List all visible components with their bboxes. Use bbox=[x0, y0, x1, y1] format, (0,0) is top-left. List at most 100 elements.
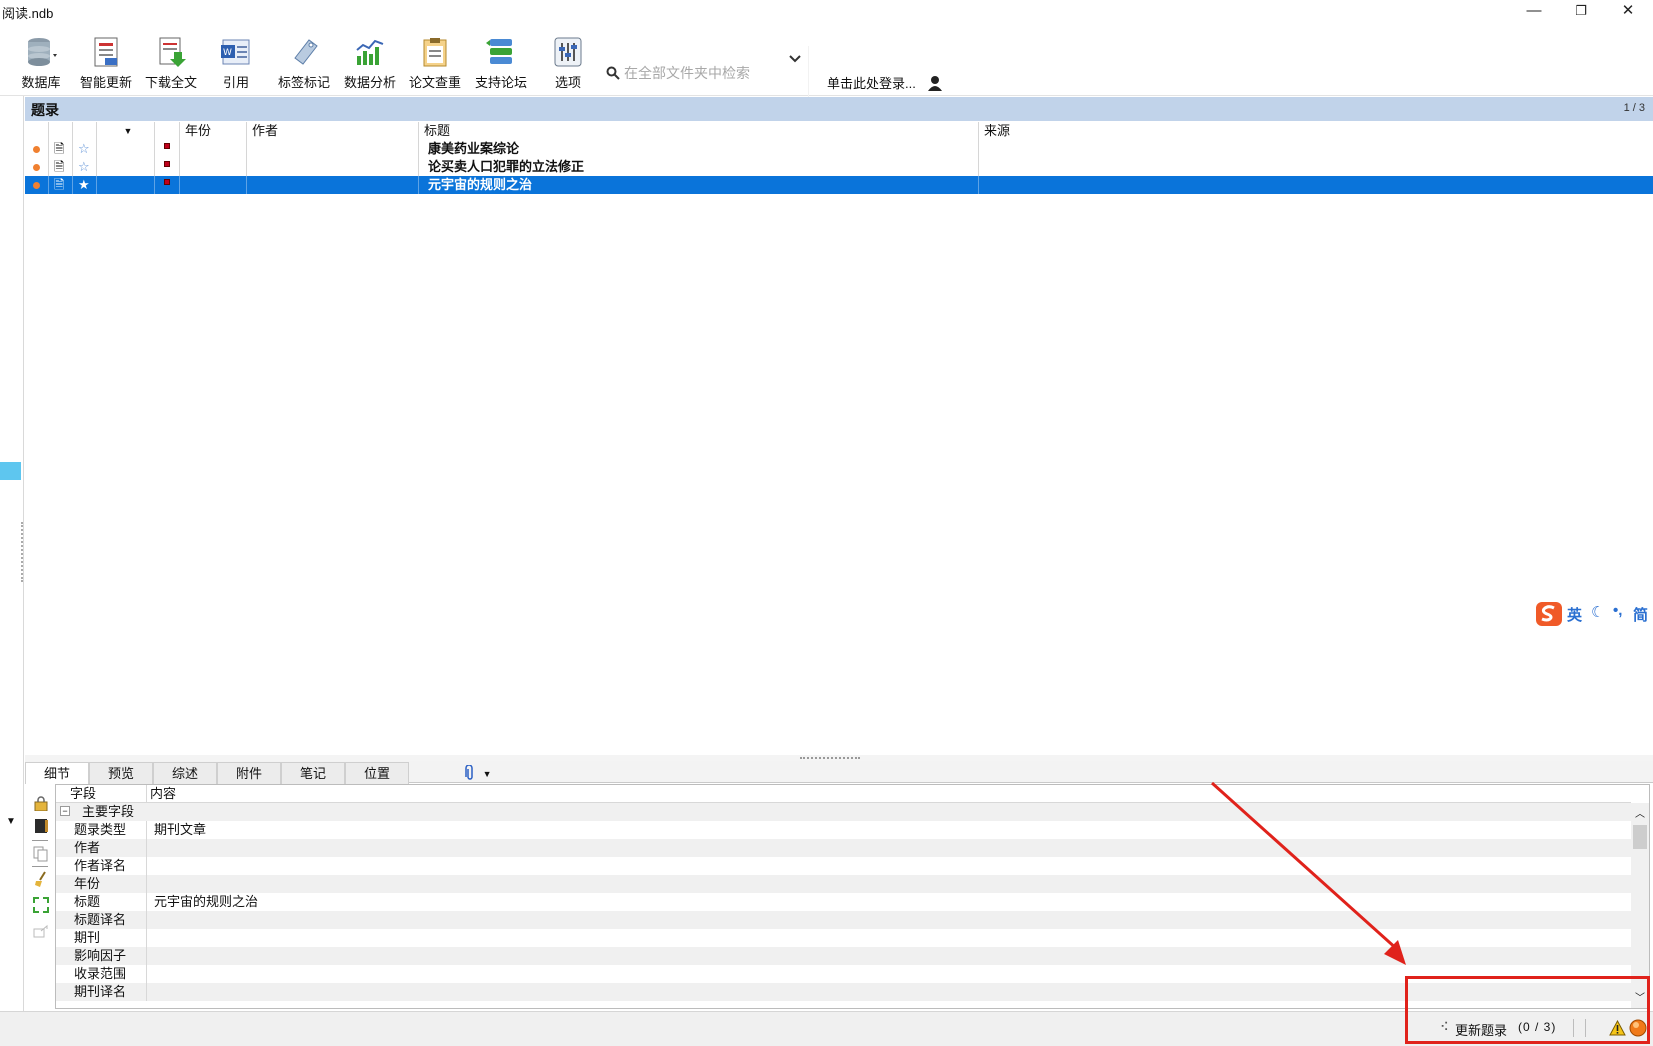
detail-field: 作者 bbox=[74, 840, 101, 855]
col-author[interactable]: 作者 bbox=[247, 122, 419, 140]
attachment-dropdown[interactable]: ▼ bbox=[465, 764, 492, 784]
left-folder-tab[interactable] bbox=[0, 462, 21, 480]
tool-divider bbox=[32, 866, 48, 867]
col-title[interactable]: 标题 bbox=[419, 122, 979, 140]
data-analysis-label: 数据分析 bbox=[343, 75, 396, 90]
ime-toolbar[interactable]: 英 ☾ •, 简 bbox=[1535, 600, 1653, 628]
options-label: 选项 bbox=[554, 75, 581, 90]
col-attachment[interactable] bbox=[49, 122, 73, 140]
detail-row[interactable]: 标题 元宇宙的规则之治 bbox=[56, 893, 1631, 911]
punctuation-icon[interactable]: •, bbox=[1613, 602, 1622, 619]
field-column-header[interactable]: 字段 bbox=[70, 785, 138, 803]
smart-update-button[interactable]: 智能更新 bbox=[75, 36, 137, 94]
fullscreen-icon[interactable] bbox=[32, 896, 50, 914]
star-icon[interactable]: ★ bbox=[78, 177, 90, 192]
col-star[interactable] bbox=[73, 122, 97, 140]
ime-mode[interactable]: 英 bbox=[1567, 604, 1582, 625]
search-dropdown-chevron-icon[interactable] bbox=[788, 54, 802, 64]
detail-field: 收录范围 bbox=[74, 966, 127, 981]
flag-icon bbox=[164, 143, 170, 149]
support-forum-label: 支持论坛 bbox=[474, 75, 527, 90]
detail-content[interactable]: 元宇宙的规则之治 bbox=[154, 893, 258, 911]
search-box[interactable] bbox=[604, 62, 804, 84]
col-year[interactable]: 年份 bbox=[180, 122, 247, 140]
database-label: 数据库 bbox=[21, 75, 61, 90]
paperclip-icon bbox=[465, 764, 473, 780]
detail-row[interactable]: 影响因子 bbox=[56, 947, 1631, 965]
star-icon[interactable]: ☆ bbox=[78, 141, 90, 156]
detail-group-row[interactable]: − 主要字段 bbox=[56, 803, 1631, 821]
support-forum-button[interactable]: 支持论坛 bbox=[470, 36, 532, 94]
tab-details[interactable]: 细节 bbox=[25, 762, 89, 785]
col-read-status[interactable] bbox=[25, 122, 49, 140]
row-source bbox=[979, 140, 1653, 158]
detail-row[interactable]: 年份 bbox=[56, 875, 1631, 893]
star-icon[interactable]: ☆ bbox=[78, 159, 90, 174]
cite-button[interactable]: W 引用 bbox=[205, 36, 267, 94]
table-row[interactable]: 🗎 ☆ 论买卖人口犯罪的立法修正 bbox=[25, 158, 1653, 176]
broom-icon[interactable] bbox=[34, 871, 48, 887]
database-button[interactable]: 数据库 bbox=[10, 36, 72, 94]
flag-icon bbox=[164, 179, 170, 185]
tab-notes[interactable]: 笔记 bbox=[281, 762, 345, 784]
search-input[interactable] bbox=[624, 62, 794, 84]
records-title: 题录 bbox=[31, 102, 59, 118]
clipboard-icon bbox=[423, 38, 447, 67]
detail-row[interactable]: 收录范围 bbox=[56, 965, 1631, 983]
plagiarism-check-button[interactable]: 论文查重 bbox=[404, 36, 466, 94]
share-icon[interactable] bbox=[33, 924, 49, 938]
detail-row[interactable]: 期刊译名 bbox=[56, 983, 1631, 1001]
sort-dropdown-icon[interactable]: ▼ bbox=[97, 122, 155, 140]
splitter-grip[interactable] bbox=[800, 757, 860, 759]
copy-icon[interactable] bbox=[33, 846, 49, 862]
collapse-minus-icon[interactable]: − bbox=[60, 806, 70, 816]
detail-content[interactable]: 期刊文章 bbox=[154, 821, 206, 839]
table-row-selected[interactable]: 🗎 ★ 元宇宙的规则之治 bbox=[25, 176, 1653, 194]
col-flag[interactable] bbox=[155, 122, 180, 140]
detail-row[interactable]: 题录类型 期刊文章 bbox=[56, 821, 1631, 839]
close-button[interactable]: ✕ bbox=[1605, 0, 1651, 22]
ime-width[interactable]: 简 bbox=[1633, 604, 1648, 625]
detail-row[interactable]: 作者 bbox=[56, 839, 1631, 857]
restore-button[interactable]: ❐ bbox=[1558, 0, 1604, 22]
options-button[interactable]: 选项 bbox=[537, 36, 599, 94]
lock-icon[interactable] bbox=[34, 796, 48, 811]
download-fulltext-button[interactable]: 下载全文 bbox=[140, 36, 202, 94]
row-author bbox=[247, 176, 419, 194]
tag-mark-button[interactable]: 标签标记 bbox=[273, 36, 335, 94]
document-icon: 🗎 bbox=[54, 159, 65, 174]
unread-dot-icon bbox=[33, 164, 40, 171]
detail-row[interactable]: 期刊 bbox=[56, 929, 1631, 947]
row-title: 论买卖人口犯罪的立法修正 bbox=[419, 158, 979, 176]
book-icon[interactable] bbox=[33, 818, 49, 834]
toolbar: 数据库 智能更新 下载全文 W 引用 标签标记 数据分析 论文查重 支持论坛 选… bbox=[0, 22, 1653, 116]
table-row[interactable]: 🗎 ☆ 康美药业案综论 bbox=[25, 140, 1653, 158]
tab-summary[interactable]: 综述 bbox=[153, 762, 217, 784]
left-splitter-handle[interactable] bbox=[21, 522, 23, 582]
login-link[interactable]: 单击此处登录... bbox=[827, 73, 943, 92]
minimize-button[interactable]: — bbox=[1511, 0, 1557, 22]
tab-preview[interactable]: 预览 bbox=[89, 762, 153, 784]
detail-row[interactable]: 作者译名 bbox=[56, 857, 1631, 875]
collapse-down-arrow-icon[interactable]: ▼ bbox=[6, 816, 16, 827]
flag-icon bbox=[164, 161, 170, 167]
detail-tabs: 细节 预览 综述 附件 笔记 位置 ▼ bbox=[25, 761, 1653, 785]
records-table-header: ▼ 年份 作者 标题 来源 bbox=[25, 122, 1653, 140]
col-source[interactable]: 来源 bbox=[979, 122, 1653, 140]
window-title: 阅读.ndb bbox=[2, 6, 54, 21]
database-icon bbox=[28, 38, 57, 66]
moon-icon[interactable]: ☾ bbox=[1591, 603, 1604, 621]
tab-location[interactable]: 位置 bbox=[345, 762, 409, 784]
row-year bbox=[180, 158, 247, 176]
row-author bbox=[247, 140, 419, 158]
row-author bbox=[247, 158, 419, 176]
data-analysis-button[interactable]: 数据分析 bbox=[339, 36, 401, 94]
scroll-up-icon[interactable]: ︿ bbox=[1635, 805, 1645, 820]
records-panel-header: 题录 1 / 3 bbox=[25, 97, 1653, 121]
svg-text:W: W bbox=[223, 48, 232, 58]
detail-row[interactable]: 标题译名 bbox=[56, 911, 1631, 929]
content-column-header[interactable]: 内容 bbox=[150, 785, 176, 803]
tab-attachments[interactable]: 附件 bbox=[217, 762, 281, 784]
unread-dot-icon bbox=[33, 146, 40, 153]
scroll-thumb[interactable] bbox=[1633, 825, 1647, 849]
